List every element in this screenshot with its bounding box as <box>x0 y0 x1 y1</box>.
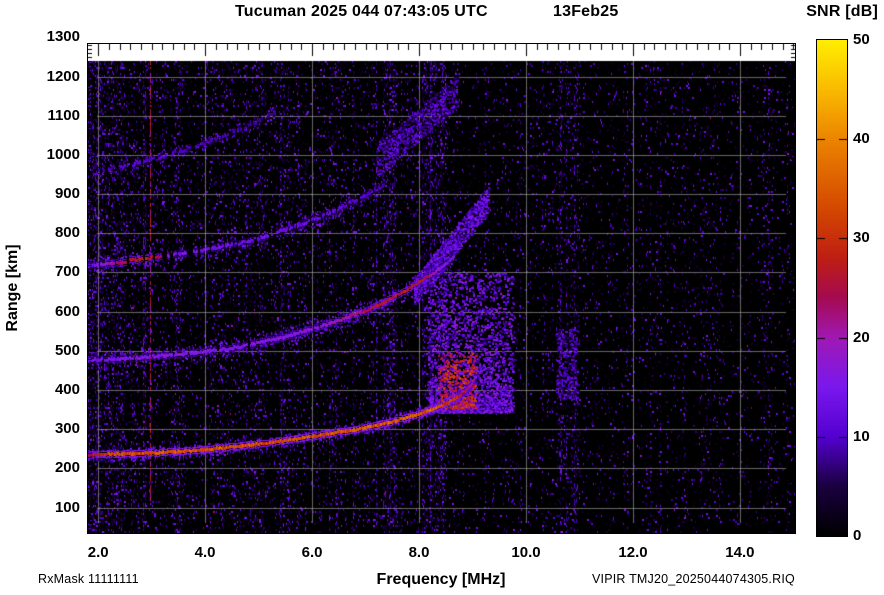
colorbar-tick-label: 50 <box>853 31 870 48</box>
x-tick-label: 14.0 <box>725 544 755 561</box>
x-tick-label: 10.0 <box>511 544 541 561</box>
y-tick-label: 1200 <box>46 67 80 85</box>
colorbar <box>816 39 848 537</box>
y-tick-label: 900 <box>54 185 80 203</box>
y-tick-label: 700 <box>54 263 80 281</box>
y-tick-label: 300 <box>54 420 80 438</box>
y-tick-label: 600 <box>54 302 80 320</box>
ionogram-canvas <box>88 44 795 533</box>
colorbar-tick-label: 30 <box>853 229 870 247</box>
y-tick-label: 100 <box>54 498 80 516</box>
filename-label: VIPIR TMJ20_2025044074305.RIQ <box>592 572 795 586</box>
colorbar-tick-label: 10 <box>853 427 870 445</box>
y-tick-label: 1100 <box>47 106 80 124</box>
colorbar-tick-label: 0 <box>853 527 862 544</box>
x-tick-label: 8.0 <box>408 544 430 561</box>
title-date: 13Feb25 <box>553 3 619 20</box>
x-tick-label: 6.0 <box>301 544 323 561</box>
y-tick-label: 200 <box>54 459 80 477</box>
title-station-time: Tucuman 2025 044 07:43:05 UTC <box>235 3 488 20</box>
y-tick-label: 500 <box>54 341 80 359</box>
colorbar-tick-label: 20 <box>853 328 870 346</box>
x-tick-label: 2.0 <box>87 544 109 561</box>
x-axis-title: Frequency [MHz] <box>376 571 506 588</box>
x-tick-label: 12.0 <box>618 544 648 561</box>
ionogram-app: Tucuman 2025 044 07:43:05 UTC 13Feb25 SN… <box>0 0 884 595</box>
x-tick-label: 4.0 <box>194 544 216 561</box>
y-tick-label: 400 <box>54 381 80 398</box>
y-tick-label: 1000 <box>46 145 80 163</box>
colorbar-canvas <box>817 40 847 536</box>
colorbar-title: SNR [dB] <box>806 3 878 20</box>
rxmask-label: RxMask 11111111 <box>38 572 139 586</box>
plot-area <box>87 43 796 534</box>
y-axis-title: Range [km] <box>4 244 21 332</box>
y-tick-label: 800 <box>54 224 80 242</box>
colorbar-tick-label: 40 <box>853 130 870 148</box>
y-tick-label: 1300 <box>46 28 80 46</box>
